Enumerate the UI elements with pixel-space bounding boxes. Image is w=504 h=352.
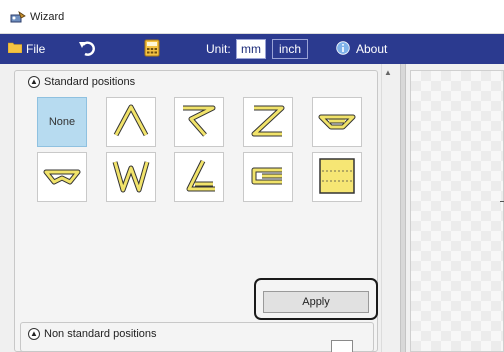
file-menu-label: File bbox=[26, 42, 46, 56]
none-label: None bbox=[48, 116, 76, 128]
wizard-app-icon bbox=[10, 11, 26, 26]
undo-button[interactable] bbox=[78, 34, 96, 64]
position-tile-square-fold[interactable] bbox=[312, 152, 362, 202]
unit-mm-button[interactable]: mm bbox=[236, 39, 266, 59]
down-trapezoid-fold-icon bbox=[317, 101, 357, 144]
unit-inch-button[interactable]: inch bbox=[272, 39, 308, 59]
preview-marker bbox=[500, 201, 504, 202]
standard-positions-header[interactable]: ▲ Standard positions bbox=[28, 76, 135, 88]
about-label: About bbox=[356, 42, 388, 56]
caret-fold-icon bbox=[111, 101, 151, 144]
non-standard-positions-header[interactable]: ▲ Non standard positions bbox=[28, 328, 157, 340]
clip-fold-icon bbox=[248, 156, 288, 199]
file-menu-button[interactable]: File bbox=[7, 34, 46, 64]
collapse-icon[interactable]: ▲ bbox=[28, 76, 40, 88]
standard-positions-title: Standard positions bbox=[44, 76, 136, 88]
non-standard-positions-title: Non standard positions bbox=[44, 328, 157, 340]
position-tile-l-angle[interactable] bbox=[174, 152, 224, 202]
vertical-scrollbar[interactable] bbox=[381, 64, 395, 352]
info-icon bbox=[336, 40, 350, 58]
collapse-icon[interactable]: ▲ bbox=[28, 328, 40, 340]
calculator-button[interactable] bbox=[144, 34, 160, 64]
window-title: Wizard bbox=[30, 11, 65, 23]
title-bar: Wizard bbox=[0, 0, 504, 34]
flag-fold-icon bbox=[179, 101, 219, 144]
position-tile-caret[interactable] bbox=[106, 97, 156, 147]
preview-canvas[interactable] bbox=[410, 70, 504, 352]
panel-splitter[interactable] bbox=[400, 64, 406, 352]
menu-bar: File Unit: mm inch About bbox=[0, 34, 504, 64]
w-fold-icon bbox=[111, 156, 151, 199]
folder-icon bbox=[7, 42, 23, 56]
square-fold-icon bbox=[317, 156, 357, 199]
scroll-up-arrow-icon[interactable]: ▲ bbox=[384, 68, 392, 77]
z-fold-icon bbox=[248, 101, 288, 144]
undo-icon bbox=[78, 39, 96, 60]
lock-icon[interactable] bbox=[331, 340, 353, 352]
position-tile-clip[interactable] bbox=[243, 152, 293, 202]
position-tile-flag[interactable] bbox=[174, 97, 224, 147]
position-tile-pinched[interactable] bbox=[37, 152, 87, 202]
calculator-icon bbox=[144, 39, 160, 60]
position-tile-z-fold[interactable] bbox=[243, 97, 293, 147]
l-angle-fold-icon bbox=[179, 156, 219, 199]
about-button[interactable]: About bbox=[336, 34, 387, 64]
position-tile-none[interactable]: None bbox=[37, 97, 87, 147]
unit-label: Unit: bbox=[206, 42, 231, 56]
pinched-fold-icon bbox=[42, 156, 82, 199]
position-tile-w-fold[interactable] bbox=[106, 152, 156, 202]
position-tile-down-trapezoid[interactable] bbox=[312, 97, 362, 147]
apply-button[interactable]: Apply bbox=[263, 291, 369, 313]
